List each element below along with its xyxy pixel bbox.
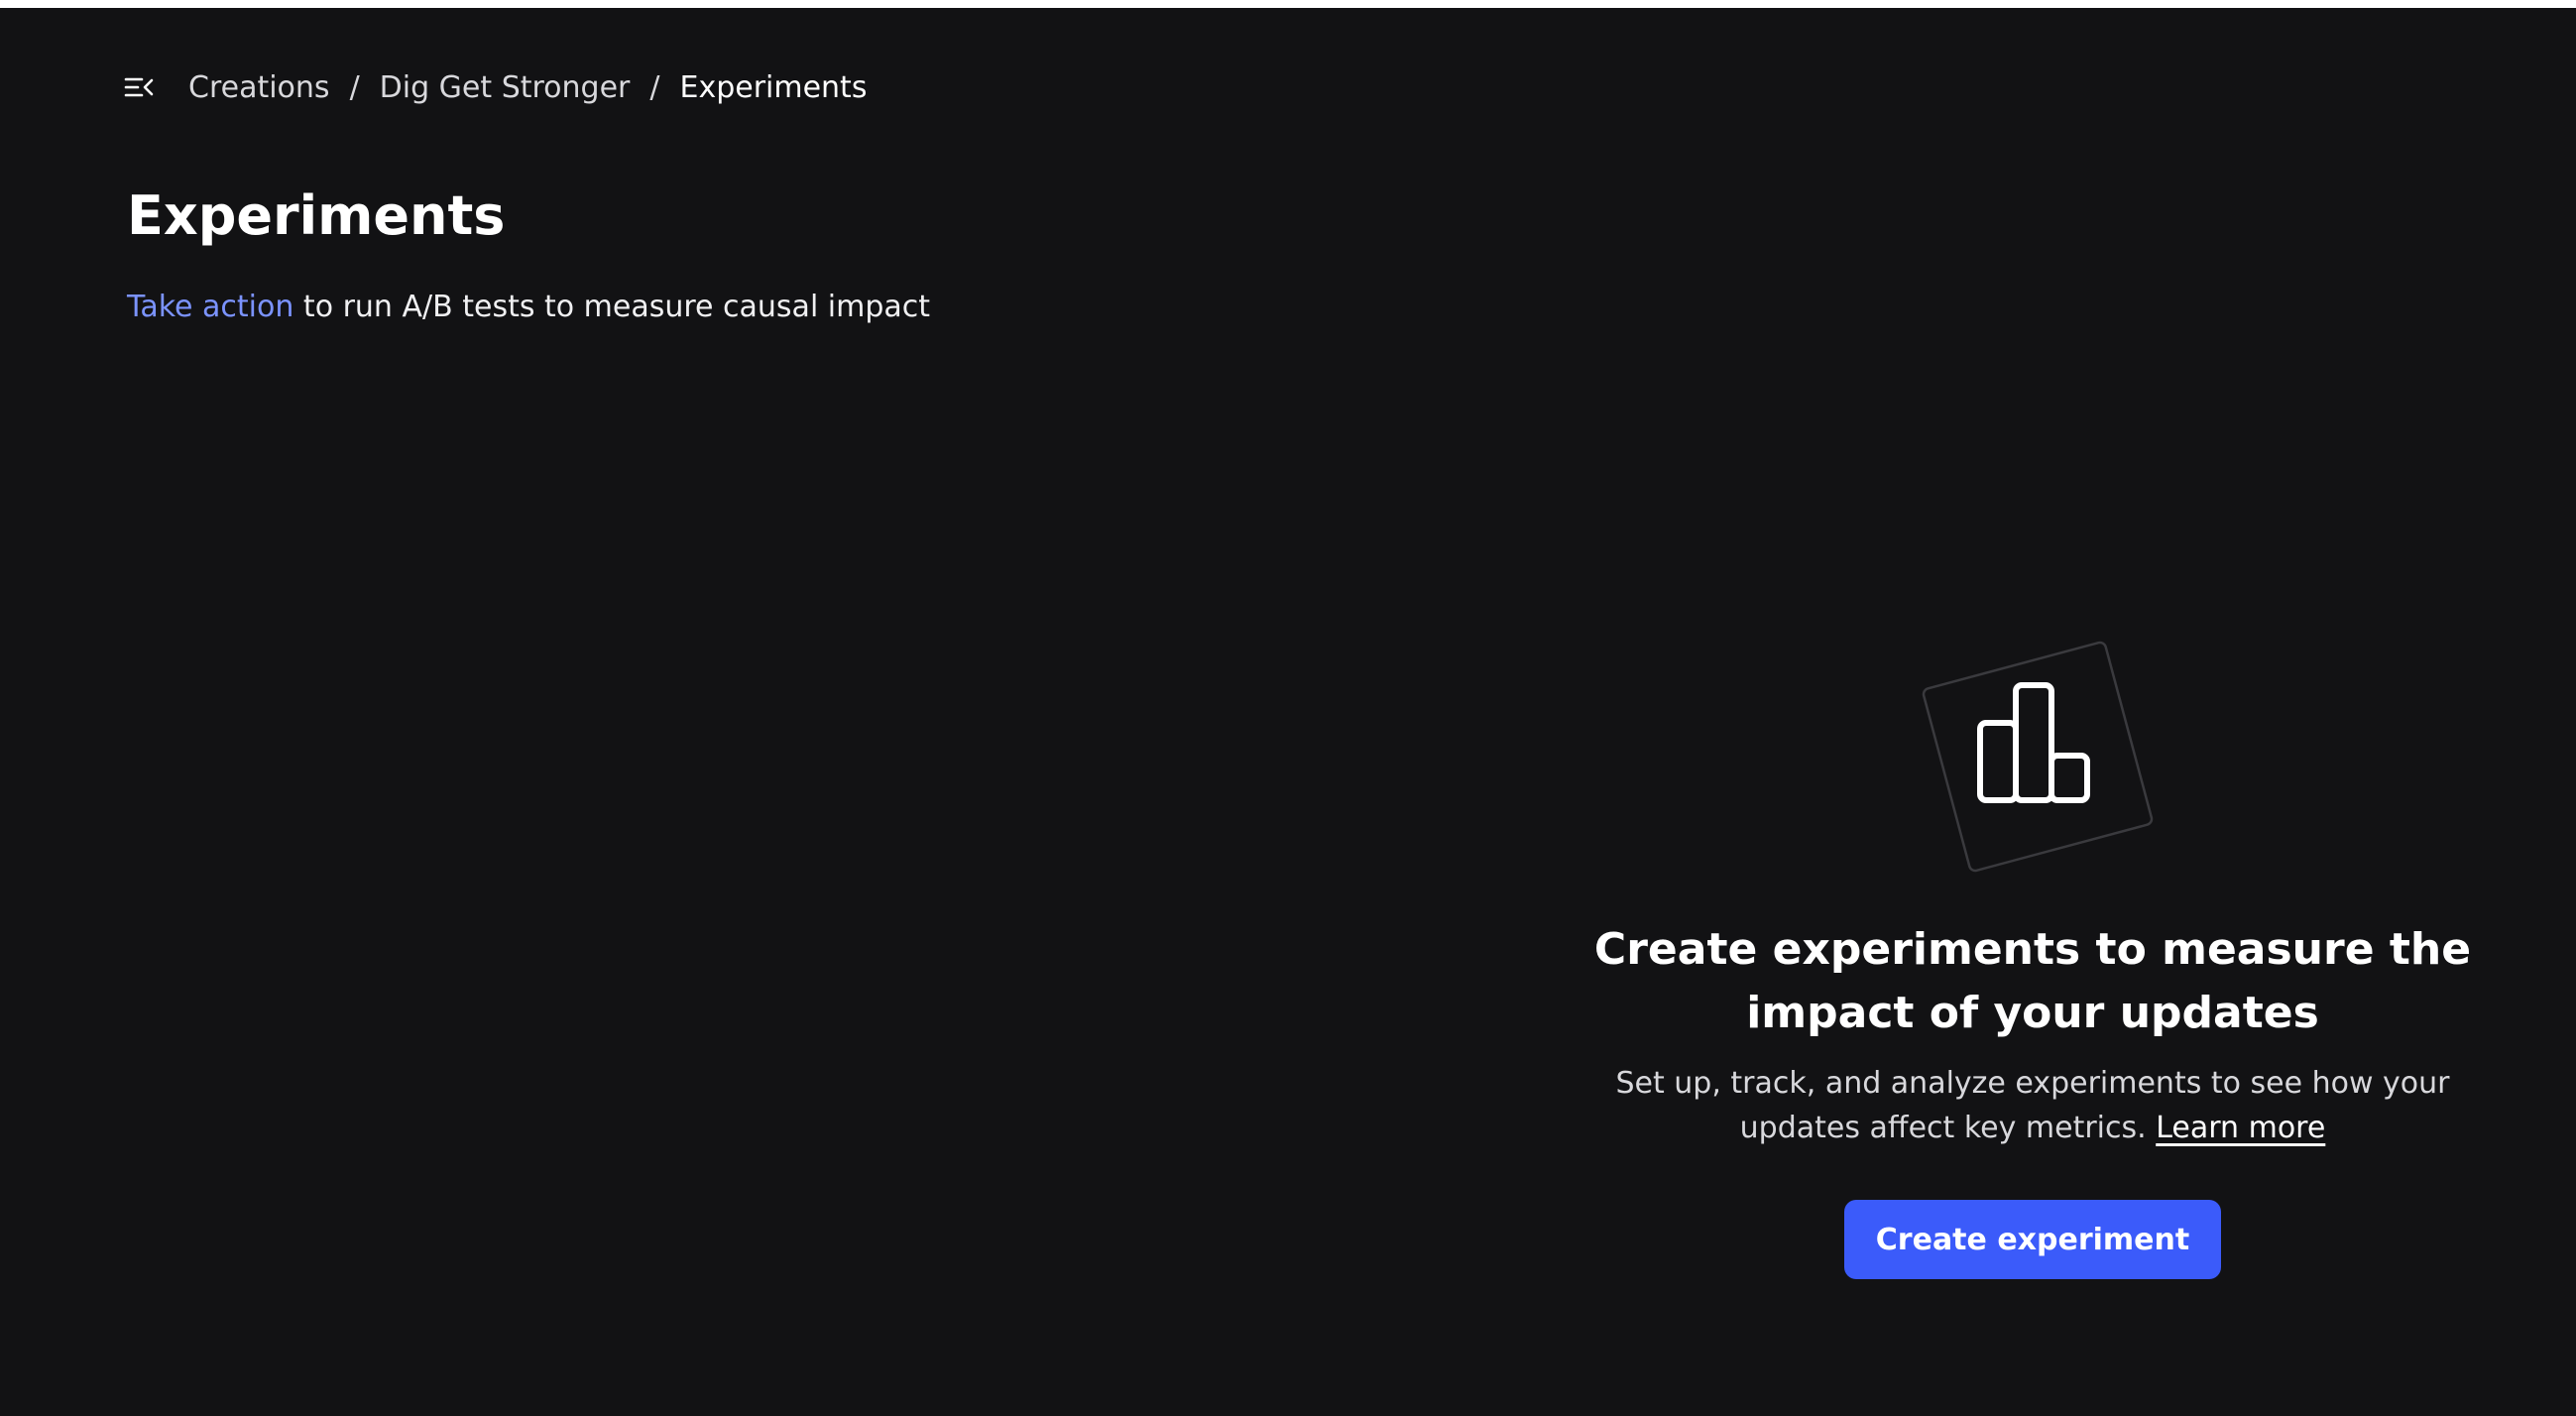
create-experiment-button[interactable]: Create experiment: [1843, 1200, 2222, 1279]
breadcrumb-creations[interactable]: Creations: [188, 70, 330, 105]
bar-chart-icon: [1904, 623, 2162, 881]
breadcrumb: Creations / Dig Get Stronger / Experimen…: [188, 70, 867, 105]
breadcrumb-experiments: Experiments: [679, 69, 868, 105]
subtitle-text: to run A/B tests to measure causal impac…: [293, 290, 931, 324]
learn-more-link[interactable]: Learn more: [2156, 1111, 2325, 1145]
top-bar: Creations / Dig Get Stronger / Experimen…: [121, 59, 867, 115]
page-title: Experiments: [127, 184, 506, 247]
experiments-page: Creations / Dig Get Stronger / Experimen…: [0, 8, 2576, 1416]
take-action-link[interactable]: Take action: [127, 290, 293, 324]
empty-state-title: Create experiments to measure the impact…: [1593, 924, 2472, 1038]
empty-state-description: Set up, track, and analyze experiments t…: [1567, 1061, 2499, 1150]
breadcrumb-dig-get-stronger[interactable]: Dig Get Stronger: [380, 70, 631, 105]
empty-state: Create experiments to measure the impact…: [1487, 623, 2576, 1279]
top-border: [0, 0, 2576, 8]
collapse-menu-icon[interactable]: [121, 69, 157, 105]
breadcrumb-separator: /: [649, 69, 660, 105]
breadcrumb-separator: /: [349, 69, 360, 105]
page-subtitle: Take action to run A/B tests to measure …: [127, 290, 930, 324]
